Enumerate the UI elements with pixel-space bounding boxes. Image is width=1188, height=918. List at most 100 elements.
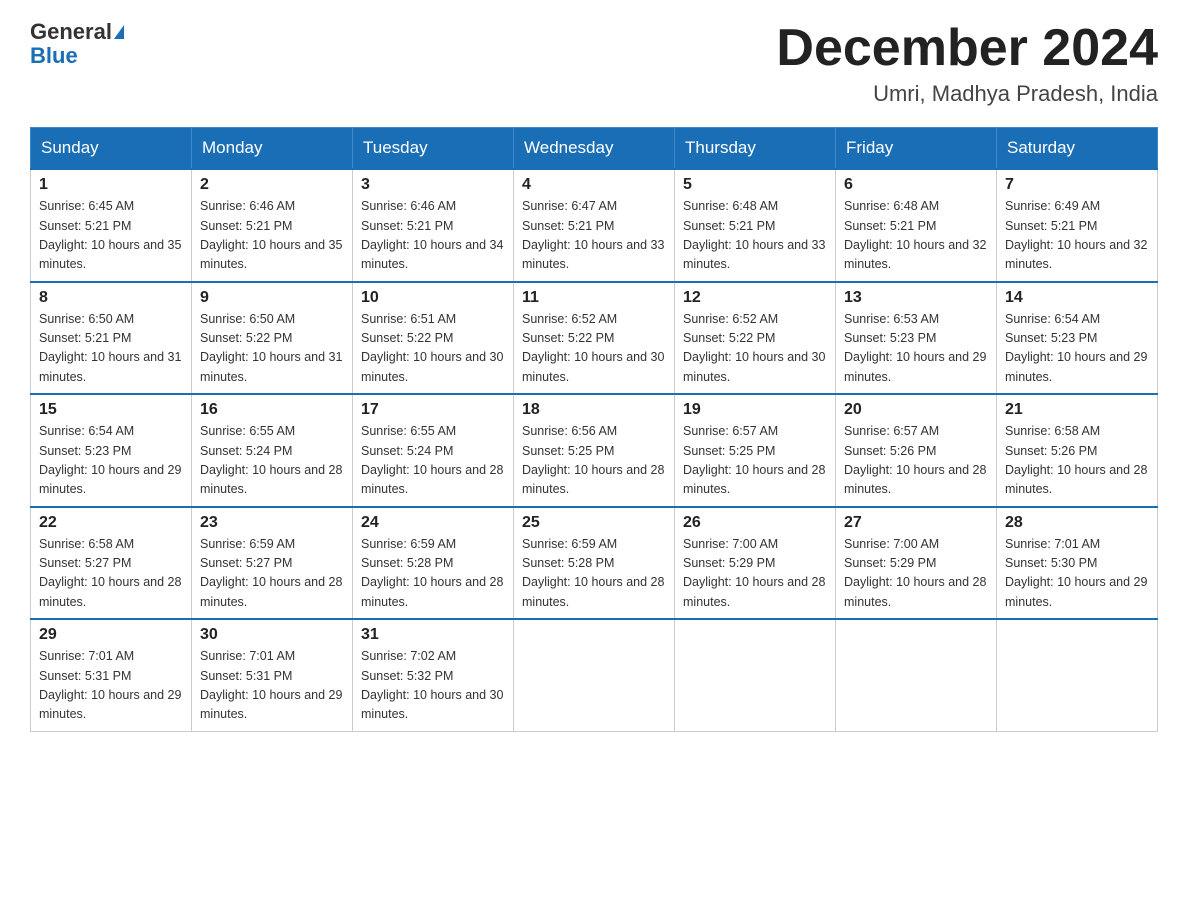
calendar-cell-17: 17 Sunrise: 6:55 AM Sunset: 5:24 PM Dayl… (353, 394, 514, 507)
day-info: Sunrise: 7:00 AM Sunset: 5:29 PM Dayligh… (683, 535, 827, 613)
calendar-cell-23: 23 Sunrise: 6:59 AM Sunset: 5:27 PM Dayl… (192, 507, 353, 620)
day-number: 2 (200, 176, 344, 194)
calendar-cell-16: 16 Sunrise: 6:55 AM Sunset: 5:24 PM Dayl… (192, 394, 353, 507)
day-number: 11 (522, 289, 666, 307)
header-saturday: Saturday (997, 128, 1158, 170)
day-number: 8 (39, 289, 183, 307)
calendar-cell-25: 25 Sunrise: 6:59 AM Sunset: 5:28 PM Dayl… (514, 507, 675, 620)
calendar-cell-29: 29 Sunrise: 7:01 AM Sunset: 5:31 PM Dayl… (31, 619, 192, 731)
day-info: Sunrise: 6:50 AM Sunset: 5:22 PM Dayligh… (200, 310, 344, 388)
calendar-cell-5: 5 Sunrise: 6:48 AM Sunset: 5:21 PM Dayli… (675, 169, 836, 282)
week-row-5: 29 Sunrise: 7:01 AM Sunset: 5:31 PM Dayl… (31, 619, 1158, 731)
day-info: Sunrise: 6:45 AM Sunset: 5:21 PM Dayligh… (39, 197, 183, 275)
calendar-cell-8: 8 Sunrise: 6:50 AM Sunset: 5:21 PM Dayli… (31, 282, 192, 395)
header-sunday: Sunday (31, 128, 192, 170)
day-number: 6 (844, 176, 988, 194)
day-info: Sunrise: 6:59 AM Sunset: 5:27 PM Dayligh… (200, 535, 344, 613)
header-thursday: Thursday (675, 128, 836, 170)
week-row-3: 15 Sunrise: 6:54 AM Sunset: 5:23 PM Dayl… (31, 394, 1158, 507)
day-info: Sunrise: 6:59 AM Sunset: 5:28 PM Dayligh… (522, 535, 666, 613)
calendar-cell-24: 24 Sunrise: 6:59 AM Sunset: 5:28 PM Dayl… (353, 507, 514, 620)
calendar-cell-19: 19 Sunrise: 6:57 AM Sunset: 5:25 PM Dayl… (675, 394, 836, 507)
calendar-cell-28: 28 Sunrise: 7:01 AM Sunset: 5:30 PM Dayl… (997, 507, 1158, 620)
day-number: 20 (844, 401, 988, 419)
calendar-cell-15: 15 Sunrise: 6:54 AM Sunset: 5:23 PM Dayl… (31, 394, 192, 507)
day-info: Sunrise: 6:54 AM Sunset: 5:23 PM Dayligh… (39, 422, 183, 500)
calendar-cell-31: 31 Sunrise: 7:02 AM Sunset: 5:32 PM Dayl… (353, 619, 514, 731)
location-subtitle: Umri, Madhya Pradesh, India (776, 81, 1158, 107)
day-number: 12 (683, 289, 827, 307)
day-info: Sunrise: 6:55 AM Sunset: 5:24 PM Dayligh… (200, 422, 344, 500)
day-number: 31 (361, 626, 505, 644)
logo-general-text: General (30, 20, 112, 44)
day-info: Sunrise: 6:51 AM Sunset: 5:22 PM Dayligh… (361, 310, 505, 388)
calendar-cell-13: 13 Sunrise: 6:53 AM Sunset: 5:23 PM Dayl… (836, 282, 997, 395)
day-info: Sunrise: 6:58 AM Sunset: 5:27 PM Dayligh… (39, 535, 183, 613)
calendar-table: Sunday Monday Tuesday Wednesday Thursday… (30, 127, 1158, 732)
calendar-cell-14: 14 Sunrise: 6:54 AM Sunset: 5:23 PM Dayl… (997, 282, 1158, 395)
day-info: Sunrise: 7:01 AM Sunset: 5:30 PM Dayligh… (1005, 535, 1149, 613)
day-info: Sunrise: 7:01 AM Sunset: 5:31 PM Dayligh… (200, 647, 344, 725)
day-info: Sunrise: 7:00 AM Sunset: 5:29 PM Dayligh… (844, 535, 988, 613)
day-info: Sunrise: 6:50 AM Sunset: 5:21 PM Dayligh… (39, 310, 183, 388)
day-number: 14 (1005, 289, 1149, 307)
week-row-2: 8 Sunrise: 6:50 AM Sunset: 5:21 PM Dayli… (31, 282, 1158, 395)
header-tuesday: Tuesday (353, 128, 514, 170)
day-number: 29 (39, 626, 183, 644)
calendar-header-row: Sunday Monday Tuesday Wednesday Thursday… (31, 128, 1158, 170)
header-wednesday: Wednesday (514, 128, 675, 170)
day-info: Sunrise: 6:57 AM Sunset: 5:26 PM Dayligh… (844, 422, 988, 500)
day-info: Sunrise: 6:46 AM Sunset: 5:21 PM Dayligh… (200, 197, 344, 275)
day-number: 24 (361, 514, 505, 532)
header-friday: Friday (836, 128, 997, 170)
day-number: 26 (683, 514, 827, 532)
calendar-cell-1: 1 Sunrise: 6:45 AM Sunset: 5:21 PM Dayli… (31, 169, 192, 282)
logo-triangle-icon (114, 25, 124, 39)
day-info: Sunrise: 6:52 AM Sunset: 5:22 PM Dayligh… (522, 310, 666, 388)
day-info: Sunrise: 6:46 AM Sunset: 5:21 PM Dayligh… (361, 197, 505, 275)
day-info: Sunrise: 6:53 AM Sunset: 5:23 PM Dayligh… (844, 310, 988, 388)
day-number: 22 (39, 514, 183, 532)
day-info: Sunrise: 6:54 AM Sunset: 5:23 PM Dayligh… (1005, 310, 1149, 388)
day-info: Sunrise: 6:56 AM Sunset: 5:25 PM Dayligh… (522, 422, 666, 500)
day-number: 23 (200, 514, 344, 532)
calendar-cell-30: 30 Sunrise: 7:01 AM Sunset: 5:31 PM Dayl… (192, 619, 353, 731)
calendar-cell-11: 11 Sunrise: 6:52 AM Sunset: 5:22 PM Dayl… (514, 282, 675, 395)
calendar-cell-22: 22 Sunrise: 6:58 AM Sunset: 5:27 PM Dayl… (31, 507, 192, 620)
day-info: Sunrise: 6:48 AM Sunset: 5:21 PM Dayligh… (844, 197, 988, 275)
day-info: Sunrise: 6:52 AM Sunset: 5:22 PM Dayligh… (683, 310, 827, 388)
day-number: 28 (1005, 514, 1149, 532)
week-row-1: 1 Sunrise: 6:45 AM Sunset: 5:21 PM Dayli… (31, 169, 1158, 282)
day-number: 15 (39, 401, 183, 419)
day-info: Sunrise: 6:57 AM Sunset: 5:25 PM Dayligh… (683, 422, 827, 500)
calendar-cell-20: 20 Sunrise: 6:57 AM Sunset: 5:26 PM Dayl… (836, 394, 997, 507)
day-number: 25 (522, 514, 666, 532)
day-number: 27 (844, 514, 988, 532)
calendar-cell-4: 4 Sunrise: 6:47 AM Sunset: 5:21 PM Dayli… (514, 169, 675, 282)
day-number: 13 (844, 289, 988, 307)
calendar-cell-9: 9 Sunrise: 6:50 AM Sunset: 5:22 PM Dayli… (192, 282, 353, 395)
calendar-cell-27: 27 Sunrise: 7:00 AM Sunset: 5:29 PM Dayl… (836, 507, 997, 620)
calendar-cell-empty (836, 619, 997, 731)
day-info: Sunrise: 6:48 AM Sunset: 5:21 PM Dayligh… (683, 197, 827, 275)
day-number: 5 (683, 176, 827, 194)
calendar-cell-10: 10 Sunrise: 6:51 AM Sunset: 5:22 PM Dayl… (353, 282, 514, 395)
day-number: 16 (200, 401, 344, 419)
header-monday: Monday (192, 128, 353, 170)
calendar-cell-18: 18 Sunrise: 6:56 AM Sunset: 5:25 PM Dayl… (514, 394, 675, 507)
logo: General Blue (30, 20, 124, 68)
day-number: 17 (361, 401, 505, 419)
day-info: Sunrise: 6:58 AM Sunset: 5:26 PM Dayligh… (1005, 422, 1149, 500)
day-number: 7 (1005, 176, 1149, 194)
day-info: Sunrise: 6:55 AM Sunset: 5:24 PM Dayligh… (361, 422, 505, 500)
day-number: 19 (683, 401, 827, 419)
day-number: 4 (522, 176, 666, 194)
calendar-cell-empty (997, 619, 1158, 731)
day-info: Sunrise: 6:59 AM Sunset: 5:28 PM Dayligh… (361, 535, 505, 613)
logo-blue-text: Blue (30, 43, 78, 68)
day-number: 3 (361, 176, 505, 194)
month-title: December 2024 (776, 20, 1158, 77)
calendar-cell-empty (675, 619, 836, 731)
day-number: 30 (200, 626, 344, 644)
day-number: 21 (1005, 401, 1149, 419)
